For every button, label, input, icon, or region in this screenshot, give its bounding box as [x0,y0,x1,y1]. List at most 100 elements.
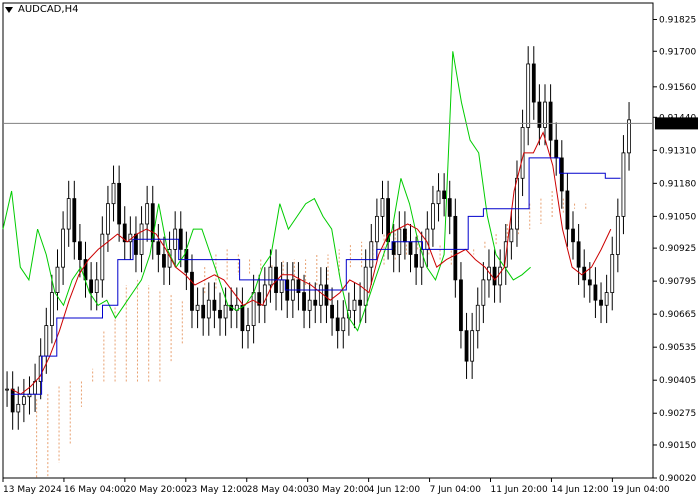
candle-body [66,198,71,230]
x-tick-label: 23 May 12:00 [186,485,248,495]
x-tick-label: 28 May 04:00 [247,485,309,495]
candle-body [363,266,368,306]
x-tick-label: 20 May 20:00 [125,485,187,495]
candle-body [61,228,65,268]
candle-body [475,304,480,332]
candle-body [587,279,592,286]
candle-body [106,203,110,235]
candle-body [318,284,323,306]
symbol-dropdown-icon[interactable] [5,7,13,13]
x-tick-label: 19 Jun 04:00 [612,485,669,495]
candle-body [145,203,150,225]
candle-body [459,279,463,332]
candle-body [615,215,620,255]
candle-body [610,254,615,293]
candle-body [442,190,447,199]
candle-body [621,152,626,217]
candle-body [554,139,559,159]
candle-body [190,271,194,311]
candle-body [162,254,166,268]
candle-body [218,309,222,319]
candle-body [246,325,250,332]
candle-body [279,279,284,293]
candle-body [599,299,603,306]
candle-body [571,228,575,243]
candle-body [307,299,312,311]
y-tick-label: 0.91050 [659,212,696,222]
candle-body [296,279,301,293]
candle-body [515,177,519,230]
candle-body [498,266,503,286]
candle-body [335,317,340,332]
y-tick-label: 0.90535 [659,343,696,353]
candle-body [576,241,581,268]
chart-svg: 0.918250.917000.915600.914400.913100.911… [2,2,698,495]
x-tick-label: 14 Jun 12:00 [551,485,608,495]
candle-body [627,119,631,154]
candle-body [195,304,200,311]
candle-body [94,279,99,293]
candle-body [10,388,15,413]
candle-body [21,396,26,405]
candle-body [431,203,435,230]
candle-body [223,304,228,319]
candle-body [391,241,396,255]
candle-body [559,157,564,192]
candle-body [201,304,206,319]
candle-body [436,190,441,205]
candle-body [369,241,374,268]
candle-body [481,279,486,306]
chart-symbol-title: AUDCAD,H4 [18,4,79,15]
candle-body [447,198,452,217]
candle-body [414,254,419,268]
chart-root: 0.918250.917000.915600.914400.913100.911… [0,0,700,500]
candle-body [302,292,306,311]
candle-body [5,388,9,391]
candle-body [531,63,536,103]
candle-body [526,63,531,128]
candle-body [403,228,407,243]
x-tick-label: 30 May 20:00 [308,485,370,495]
candle-body [341,317,346,332]
candle-body [352,299,357,311]
y-tick-label: 0.91560 [659,83,696,93]
candle-body [78,241,82,260]
candle-body [134,233,138,255]
x-tick-label: 11 Jun 20:00 [491,485,548,495]
y-tick-label: 0.90405 [659,376,696,386]
current-price-label: 0.91416 [659,119,696,129]
x-tick-label: 4 Jun 12:00 [369,485,421,495]
candle-body [156,241,161,255]
candle-body [268,266,273,286]
y-tick-label: 0.90665 [659,310,696,320]
candle-body [604,292,609,306]
candle-body [374,215,379,243]
y-tick-label: 0.90925 [659,244,696,254]
x-tick-label: 7 Jun 04:00 [430,485,482,495]
candle-body [330,304,334,319]
time-axis: 13 May 2024 16 May 04:00 20 May 20:00 23 Ma… [2,478,670,495]
candle-body [55,266,60,293]
candle-body [240,304,245,332]
candle-body [464,330,469,362]
y-tick-label: 0.90150 [659,441,696,451]
candle-body [206,299,211,319]
candle-body [453,215,458,281]
candle-body [358,299,362,306]
candle-body [49,292,54,326]
y-tick-label: 0.91825 [659,16,696,26]
candle-body [313,299,318,306]
candle-body [324,284,329,306]
candle-body [44,325,49,357]
candle-body [548,101,553,141]
candle-body [408,241,413,255]
candle-body [470,330,475,362]
x-tick-label: 13 May 2024 [3,485,62,495]
y-tick-label: 0.91700 [659,47,696,57]
candle-body [100,233,105,281]
candle-body [178,228,183,250]
candle-body [89,279,94,293]
candle-body [117,182,122,225]
candle-body [212,299,217,311]
y-tick-label: 0.90020 [659,474,696,484]
